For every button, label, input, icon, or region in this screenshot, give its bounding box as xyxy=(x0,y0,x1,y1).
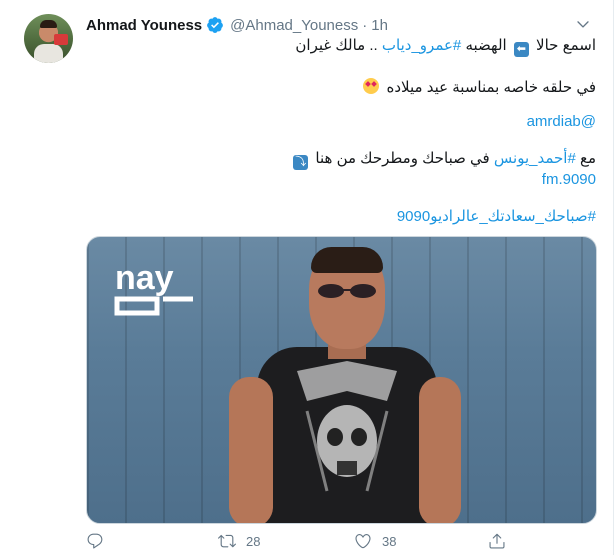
retweet-button[interactable]: 28 xyxy=(218,530,260,552)
retweet-count: 28 xyxy=(246,533,261,549)
author-name[interactable]: Ahmad Youness xyxy=(86,17,202,34)
author-handle[interactable]: @Ahmad_Youness xyxy=(230,17,358,34)
text-segment: .. مالك غيران xyxy=(295,37,378,54)
avatar[interactable] xyxy=(24,14,73,63)
reply-button[interactable] xyxy=(86,530,114,552)
like-button[interactable]: 38 xyxy=(354,530,396,552)
tweet-line-6: #صباحك_سعادتك_عالراديو9090 xyxy=(397,207,596,227)
like-count: 38 xyxy=(382,533,397,549)
external-link[interactable]: 9090.fm xyxy=(542,171,596,188)
share-icon xyxy=(489,533,505,549)
avatar-hair xyxy=(40,20,57,28)
photo-arm-right xyxy=(419,377,461,523)
tweet-line-4: مع #أحمد_يونس في صباحك ومطرحك من هنا ⤵ xyxy=(290,149,596,170)
retweet-icon xyxy=(218,534,236,548)
photo-sunglasses xyxy=(315,283,379,299)
tweet[interactable]: Ahmad Youness @Ahmad_Youness · 1h اسمع ح… xyxy=(0,0,614,555)
avatar-card xyxy=(54,34,68,45)
tweet-time[interactable]: 1h xyxy=(371,17,388,34)
separator-dot: · xyxy=(362,16,368,34)
tweet-header: Ahmad Youness @Ahmad_Youness · 1h xyxy=(86,14,583,36)
photo-shirt-print xyxy=(287,361,407,511)
avatar-shirt xyxy=(34,44,63,63)
tweet-image[interactable]: nay xyxy=(86,236,597,524)
tweet-line-3: @amrdiab xyxy=(527,112,596,132)
photo-hair xyxy=(311,247,383,273)
logo-text: nay xyxy=(115,259,174,297)
tweet-line-5: 9090.fm xyxy=(542,170,596,190)
text-segment: مع xyxy=(579,150,596,167)
share-button[interactable] xyxy=(488,530,516,552)
text-segment: الهضبه xyxy=(465,37,507,54)
chevron-down-icon[interactable] xyxy=(573,14,593,34)
tweet-line-1: اسمع حالا ⬅ الهضبه #عمرو_دياب .. مالك غي… xyxy=(295,36,596,57)
nay-logo: nay xyxy=(113,259,203,321)
mention-link[interactable]: @amrdiab xyxy=(527,113,596,130)
verified-badge-icon xyxy=(206,16,224,34)
hashtag-link[interactable]: #صباحك_سعادتك_عالراديو9090 xyxy=(397,208,596,225)
hashtag-link[interactable]: #عمرو_دياب xyxy=(382,37,461,54)
star-struck-emoji-icon xyxy=(363,78,380,94)
photo-arm-left xyxy=(229,377,273,523)
arrow-down-emoji-icon: ⤵ xyxy=(293,155,309,170)
reply-icon xyxy=(87,533,103,549)
text-segment: في حلقه خاصه بمناسبة عيد ميلاده xyxy=(386,79,596,96)
hashtag-link[interactable]: #أحمد_يونس xyxy=(494,150,576,167)
tweet-actions: 28 38 xyxy=(86,530,526,552)
arrow-left-emoji-icon: ⬅ xyxy=(513,42,529,57)
text-segment: اسمع حالا xyxy=(536,37,596,54)
text-segment: في صباحك ومطرحك من هنا xyxy=(315,150,490,167)
heart-icon xyxy=(355,534,371,549)
tweet-line-2: في حلقه خاصه بمناسبة عيد ميلاده xyxy=(360,78,596,98)
